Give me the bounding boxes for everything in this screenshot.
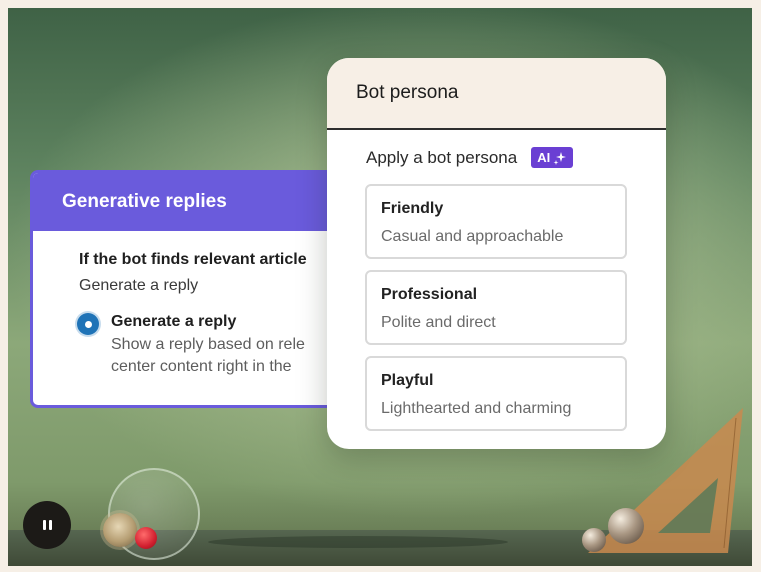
apply-persona-label: Apply a bot persona — [366, 147, 518, 167]
persona-option-friendly[interactable]: Friendly Casual and approachable — [365, 184, 627, 259]
bot-persona-title: Bot persona — [327, 58, 666, 130]
option-title: Generate a reply — [111, 313, 237, 330]
condition-question: If the bot finds relevant article — [79, 251, 307, 268]
apply-persona-row: Apply a bot persona AI — [366, 147, 666, 168]
persona-title: Friendly — [381, 200, 444, 217]
generate-reply-option[interactable]: Generate a reply Show a reply based on r… — [77, 313, 367, 378]
generative-replies-card: Generative replies If the bot finds rele… — [30, 170, 370, 408]
generative-replies-title: Generative replies — [33, 173, 367, 231]
persona-options-list: Friendly Casual and approachable Profess… — [365, 184, 666, 431]
sparkle-icon — [553, 151, 567, 165]
bot-persona-card: Bot persona Apply a bot persona AI Frien… — [327, 58, 666, 449]
persona-description: Polite and direct — [381, 314, 496, 331]
persona-description: Lighthearted and charming — [381, 400, 572, 417]
radio-button-selected[interactable] — [77, 313, 99, 335]
option-description-line1: Show a reply based on rele — [111, 336, 305, 353]
persona-description: Casual and approachable — [381, 228, 564, 245]
metal-sphere-large — [608, 508, 644, 544]
pause-button[interactable] — [23, 501, 71, 549]
option-description-line2: center content right in the — [111, 358, 292, 375]
metal-sphere-small — [582, 528, 606, 552]
selected-action-value: Generate a reply — [79, 277, 199, 294]
pause-icon — [42, 520, 52, 530]
sea-urchin-decoration — [103, 513, 137, 547]
persona-option-playful[interactable]: Playful Lighthearted and charming — [365, 356, 627, 431]
ai-badge: AI — [531, 147, 574, 168]
persona-title: Playful — [381, 372, 434, 389]
persona-title: Professional — [381, 286, 478, 303]
floor-shadow — [208, 536, 508, 548]
persona-option-professional[interactable]: Professional Polite and direct — [365, 270, 627, 345]
red-berry-decoration — [135, 527, 157, 549]
